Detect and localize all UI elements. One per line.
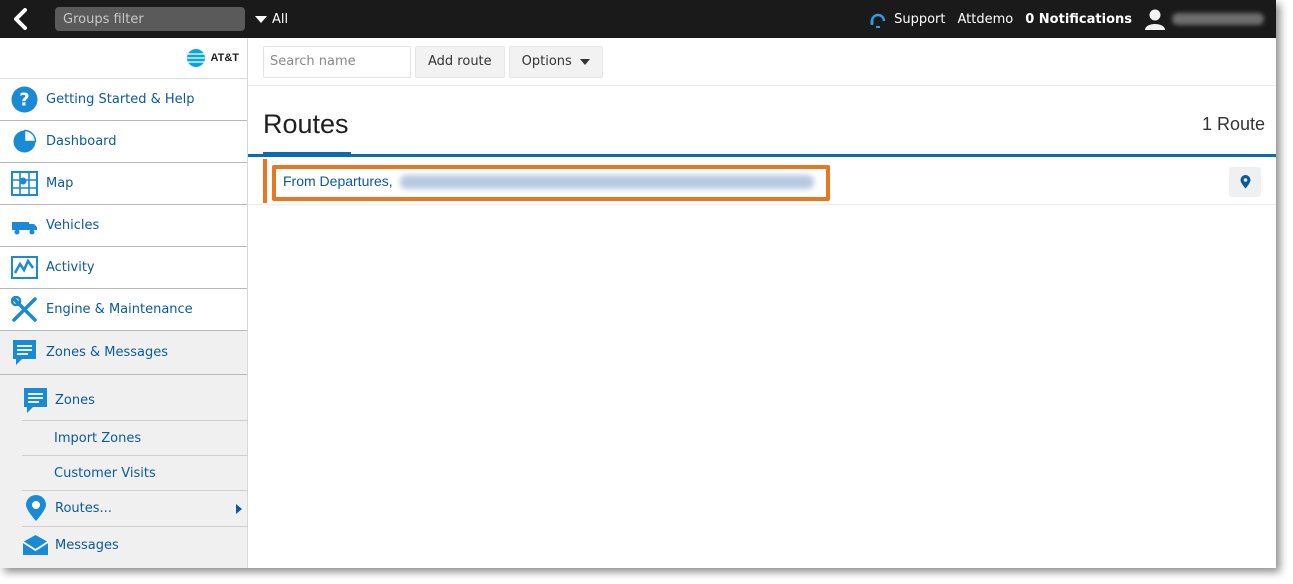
dashboard-icon [11, 128, 38, 155]
map-pin-icon [1240, 175, 1250, 189]
sidebar-subitem-zones[interactable]: Zones [22, 375, 248, 421]
sidebar-item-label: Vehicles [46, 218, 100, 233]
caret-right-icon [236, 503, 242, 514]
support-link[interactable]: Support [868, 9, 946, 29]
sidebar-subitem-label: Messages [55, 537, 119, 553]
sidebar-item-map[interactable]: Map [0, 163, 247, 205]
options-label: Options [521, 54, 572, 69]
vehicle-icon [11, 212, 38, 239]
help-icon: ? [11, 86, 38, 113]
notifications-link[interactable]: 0 Notifications [1025, 12, 1132, 27]
route-name-link[interactable]: From Departures, [283, 173, 393, 189]
account-name[interactable]: Attdemo [958, 12, 1014, 27]
map-icon [11, 170, 38, 197]
sidebar-item-zones-messages[interactable]: Zones & Messages [0, 331, 247, 375]
caret-down-icon [255, 15, 267, 23]
table-row[interactable]: From Departures, [248, 157, 1276, 205]
user-name-redacted [1172, 13, 1264, 25]
sidebar-item-label: Activity [46, 260, 95, 275]
sidebar-subitem-customer-visits[interactable]: Customer Visits [22, 456, 248, 491]
sidebar-item-getting-started[interactable]: ? Getting Started & Help [0, 79, 247, 121]
route-details-redacted [400, 175, 814, 189]
top-right-menu: Support Attdemo 0 Notifications [868, 8, 1276, 30]
brand-name: AT&T [210, 52, 239, 64]
caret-down-icon [579, 58, 590, 65]
app-window: All Support Attdemo 0 Notifications [0, 0, 1276, 568]
activity-icon [11, 254, 38, 281]
show-on-map-button[interactable] [1229, 167, 1261, 197]
zones-icon [22, 387, 49, 414]
chevron-left-icon [14, 8, 27, 30]
support-label: Support [894, 11, 946, 27]
sidebar-subitem-routes[interactable]: Routes... [22, 491, 248, 527]
att-globe-icon [187, 49, 206, 67]
groups-dropdown-value: All [272, 11, 289, 27]
sidebar-item-label: Map [46, 176, 74, 191]
sidebar-item-activity[interactable]: Activity [0, 247, 247, 289]
sidebar-subitem-label: Import Zones [54, 430, 142, 446]
sidebar-item-label: Zones & Messages [46, 345, 169, 360]
title-underline-accent [263, 152, 351, 156]
groups-dropdown[interactable]: All [255, 12, 288, 27]
user-menu[interactable] [1144, 8, 1264, 30]
wrench-icon [11, 296, 38, 323]
sidebar-item-engine-maintenance[interactable]: Engine & Maintenance [0, 289, 247, 331]
brand-logo: AT&T [0, 38, 247, 79]
message-icon [11, 339, 38, 366]
sidebar-item-dashboard[interactable]: Dashboard [0, 121, 247, 163]
pin-icon [22, 495, 49, 522]
envelope-icon [22, 532, 49, 559]
svg-text:?: ? [19, 90, 29, 111]
groups-filter-input[interactable] [55, 7, 245, 31]
sidebar-subitem-label: Routes... [55, 501, 112, 516]
toolbar: Add route Options [248, 38, 1276, 86]
sidebar-subitem-messages[interactable]: Messages [22, 527, 248, 563]
title-row: Routes 1 Route [248, 86, 1276, 154]
headset-icon [870, 13, 886, 28]
sidebar-item-label: Engine & Maintenance [46, 302, 193, 317]
page-title: Routes [263, 109, 349, 139]
sidebar-item-label: Dashboard [46, 134, 117, 149]
sidebar-item-vehicles[interactable]: Vehicles [0, 205, 247, 247]
add-route-button[interactable]: Add route [415, 45, 505, 78]
user-icon [1145, 9, 1165, 30]
sidebar-subitem-label: Zones [55, 393, 95, 408]
main-content: Add route Options Routes 1 Route From De… [248, 38, 1276, 568]
sidebar-subitem-label: Customer Visits [54, 465, 156, 481]
search-name-input[interactable] [263, 45, 411, 78]
sidebar: AT&T ? Getting Started & Help Dashboard [0, 38, 248, 568]
top-bar: All Support Attdemo 0 Notifications [0, 0, 1276, 38]
route-count: 1 Route [1201, 114, 1265, 134]
sidebar-subitem-import-zones[interactable]: Import Zones [22, 421, 248, 456]
sidebar-item-label: Getting Started & Help [46, 92, 195, 107]
back-button[interactable] [0, 0, 40, 38]
row-selection-marker [263, 159, 267, 203]
options-button[interactable]: Options [508, 45, 603, 78]
